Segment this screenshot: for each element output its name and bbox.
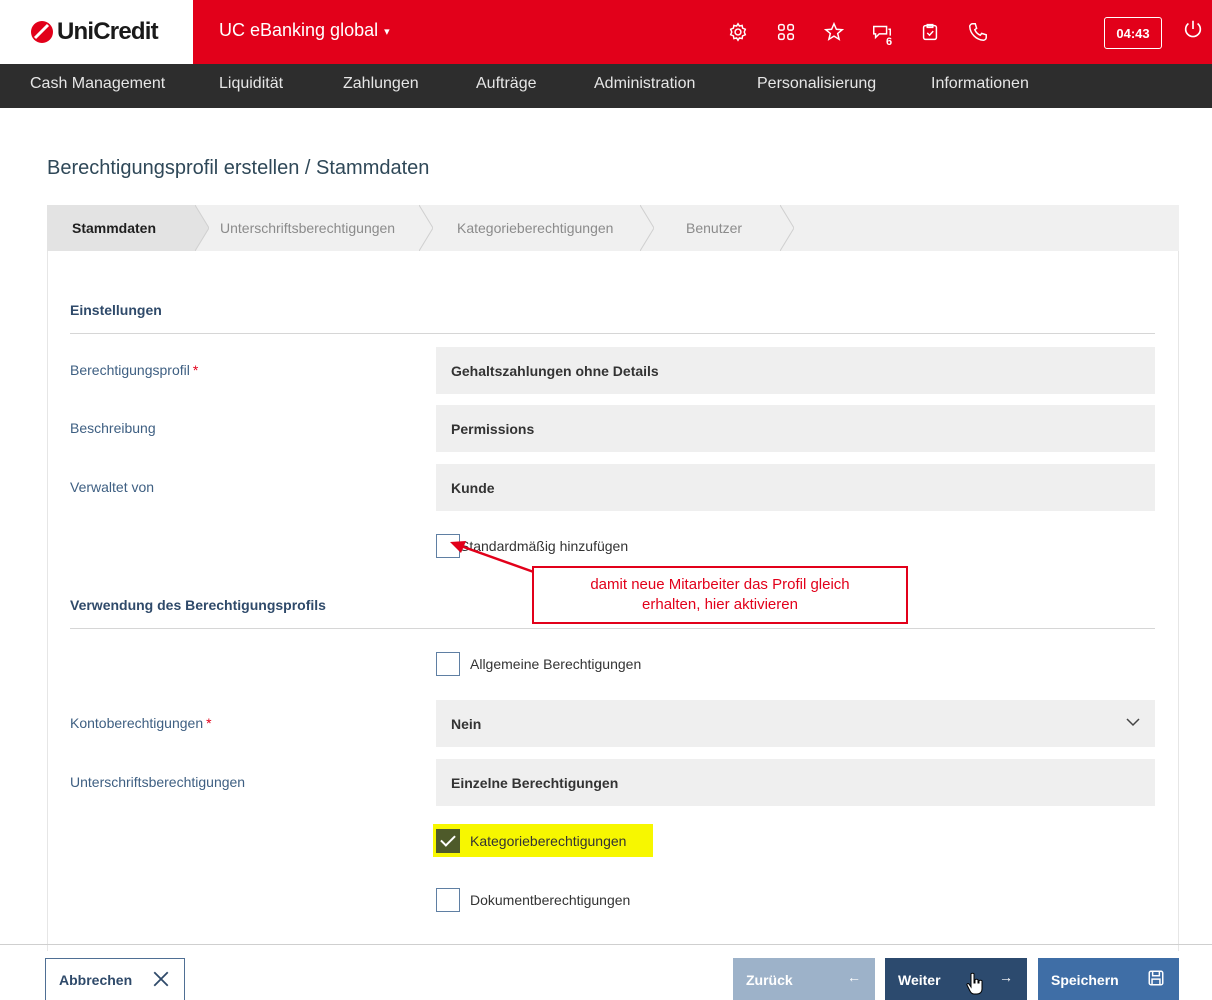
save-button[interactable]: Speichern — [1038, 958, 1179, 1000]
general-permissions-option[interactable]: Allgemeine Berechtigungen — [436, 652, 641, 676]
managed-by-value: Kunde — [451, 479, 495, 496]
app-root: UniCredit UC eBanking global ▾ 6 04:43 C… — [0, 0, 1212, 1000]
callout-line-2: erhalten, hier aktivieren — [642, 596, 798, 613]
wizard-stepper: Stammdaten Unterschriftsberechtigungen K… — [47, 204, 1179, 252]
signature-permissions-label: Unterschriftsberechtigungen — [70, 774, 246, 790]
floppy-disk-icon — [1147, 969, 1165, 990]
cancel-button-label: Abbrechen — [59, 972, 133, 988]
nav-auftraege[interactable]: Aufträge — [476, 75, 536, 93]
document-permissions-option[interactable]: Dokumentberechtigungen — [436, 888, 630, 912]
nav-zahlungen[interactable]: Zahlungen — [343, 75, 419, 93]
nav-informationen[interactable]: Informationen — [931, 75, 1029, 93]
account-permissions-label-text: Kontoberechtigungen — [70, 715, 204, 731]
arrow-right-icon: → — [999, 969, 1013, 985]
clipboard-check-icon[interactable] — [912, 14, 948, 50]
close-icon — [152, 970, 170, 991]
gear-icon[interactable] — [720, 14, 756, 50]
chevron-down-icon — [1125, 714, 1141, 733]
footer-divider — [0, 944, 1212, 945]
description-value: Permissions — [451, 420, 535, 437]
main-nav: Cash Management Liquidität Zahlungen Auf… — [0, 64, 1212, 108]
nav-personalisierung[interactable]: Personalisierung — [757, 75, 876, 93]
callout-line-1: damit neue Mitarbeiter das Profil gleich — [590, 576, 850, 593]
profile-name-value: Gehaltszahlungen ohne Details — [451, 362, 659, 379]
category-permissions-checkbox[interactable] — [436, 829, 460, 853]
account-permissions-value: Nein — [451, 715, 482, 732]
step-separator — [194, 204, 210, 252]
step-label: Kategorieberechtigungen — [457, 220, 614, 236]
brand-logo[interactable]: UniCredit — [0, 0, 193, 64]
managed-by-label: Verwaltet von — [70, 479, 155, 495]
step-stammdaten[interactable]: Stammdaten — [47, 205, 195, 251]
step-kategorieberechtigungen[interactable]: Kategorieberechtigungen — [457, 205, 613, 251]
step-unterschriftsberechtigungen[interactable]: Unterschriftsberechtigungen — [220, 205, 395, 251]
annotation-callout: damit neue Mitarbeiter das Profil gleich… — [532, 566, 908, 624]
power-icon[interactable] — [1182, 18, 1204, 45]
profile-name-field[interactable]: Gehaltszahlungen ohne Details — [436, 347, 1155, 394]
document-permissions-label: Dokumentberechtigungen — [470, 892, 631, 908]
caret-down-icon: ▾ — [384, 26, 390, 38]
cancel-button[interactable]: Abbrechen — [45, 958, 185, 1000]
step-separator — [779, 204, 795, 252]
star-icon[interactable] — [816, 14, 852, 50]
category-permissions-option[interactable]: Kategorieberechtigungen — [436, 829, 626, 853]
section-title-usage: Verwendung des Berechtigungsprofils — [70, 597, 326, 613]
general-permissions-label: Allgemeine Berechtigungen — [470, 656, 642, 672]
next-button-label: Weiter — [898, 972, 941, 988]
save-button-label: Speichern — [1051, 972, 1119, 988]
general-permissions-checkbox[interactable] — [436, 652, 460, 676]
profile-label: Berechtigungsprofil * — [70, 362, 198, 378]
section-divider — [70, 628, 1155, 629]
phone-icon[interactable] — [960, 14, 996, 50]
nav-cash-management[interactable]: Cash Management — [30, 75, 165, 93]
category-permissions-label: Kategorieberechtigungen — [470, 833, 627, 849]
nav-administration[interactable]: Administration — [594, 75, 695, 93]
back-button[interactable]: Zurück ← — [733, 958, 875, 1000]
account-permissions-select[interactable]: Nein — [436, 700, 1155, 747]
step-label: Stammdaten — [72, 220, 157, 236]
step-separator — [418, 204, 434, 252]
step-benutzer[interactable]: Benutzer — [686, 205, 742, 251]
step-label: Unterschriftsberechtigungen — [220, 220, 396, 236]
step-separator — [639, 204, 655, 252]
back-button-label: Zurück — [746, 972, 793, 988]
section-title-settings: Einstellungen — [70, 302, 162, 318]
step-label: Benutzer — [686, 220, 743, 236]
app-switcher[interactable]: UC eBanking global ▾ — [219, 20, 390, 41]
required-mark: * — [206, 715, 212, 731]
next-button[interactable]: Weiter → — [885, 958, 1027, 1000]
managed-by-field[interactable]: Kunde — [436, 464, 1155, 511]
chat-icon[interactable]: 6 — [864, 14, 900, 50]
document-permissions-checkbox[interactable] — [436, 888, 460, 912]
profile-label-text: Berechtigungsprofil — [70, 362, 190, 378]
signature-permissions-field[interactable]: Einzelne Berechtigungen — [436, 759, 1155, 806]
hand-cursor-icon — [965, 972, 985, 999]
nav-liquiditaet[interactable]: Liquidität — [219, 75, 283, 93]
top-bar: UniCredit UC eBanking global ▾ 6 04:43 — [0, 0, 1212, 64]
app-title: UC eBanking global — [219, 20, 379, 40]
page-title: Berechtigungsprofil erstellen / Stammdat… — [47, 157, 430, 179]
arrow-left-icon: ← — [847, 969, 861, 985]
grid-icon[interactable] — [768, 14, 804, 50]
section-divider — [70, 333, 1155, 334]
account-permissions-label: Kontoberechtigungen * — [70, 715, 212, 731]
brand-name: UniCredit — [57, 18, 159, 45]
signature-permissions-value: Einzelne Berechtigungen — [451, 774, 619, 791]
required-mark: * — [192, 362, 199, 378]
header-icons: 6 — [720, 0, 996, 64]
unicredit-logo-icon — [30, 20, 54, 44]
session-timer[interactable]: 04:43 — [1104, 17, 1162, 49]
description-field[interactable]: Permissions — [436, 405, 1155, 452]
description-label: Beschreibung — [70, 420, 156, 436]
message-count-badge: 6 — [886, 36, 893, 48]
